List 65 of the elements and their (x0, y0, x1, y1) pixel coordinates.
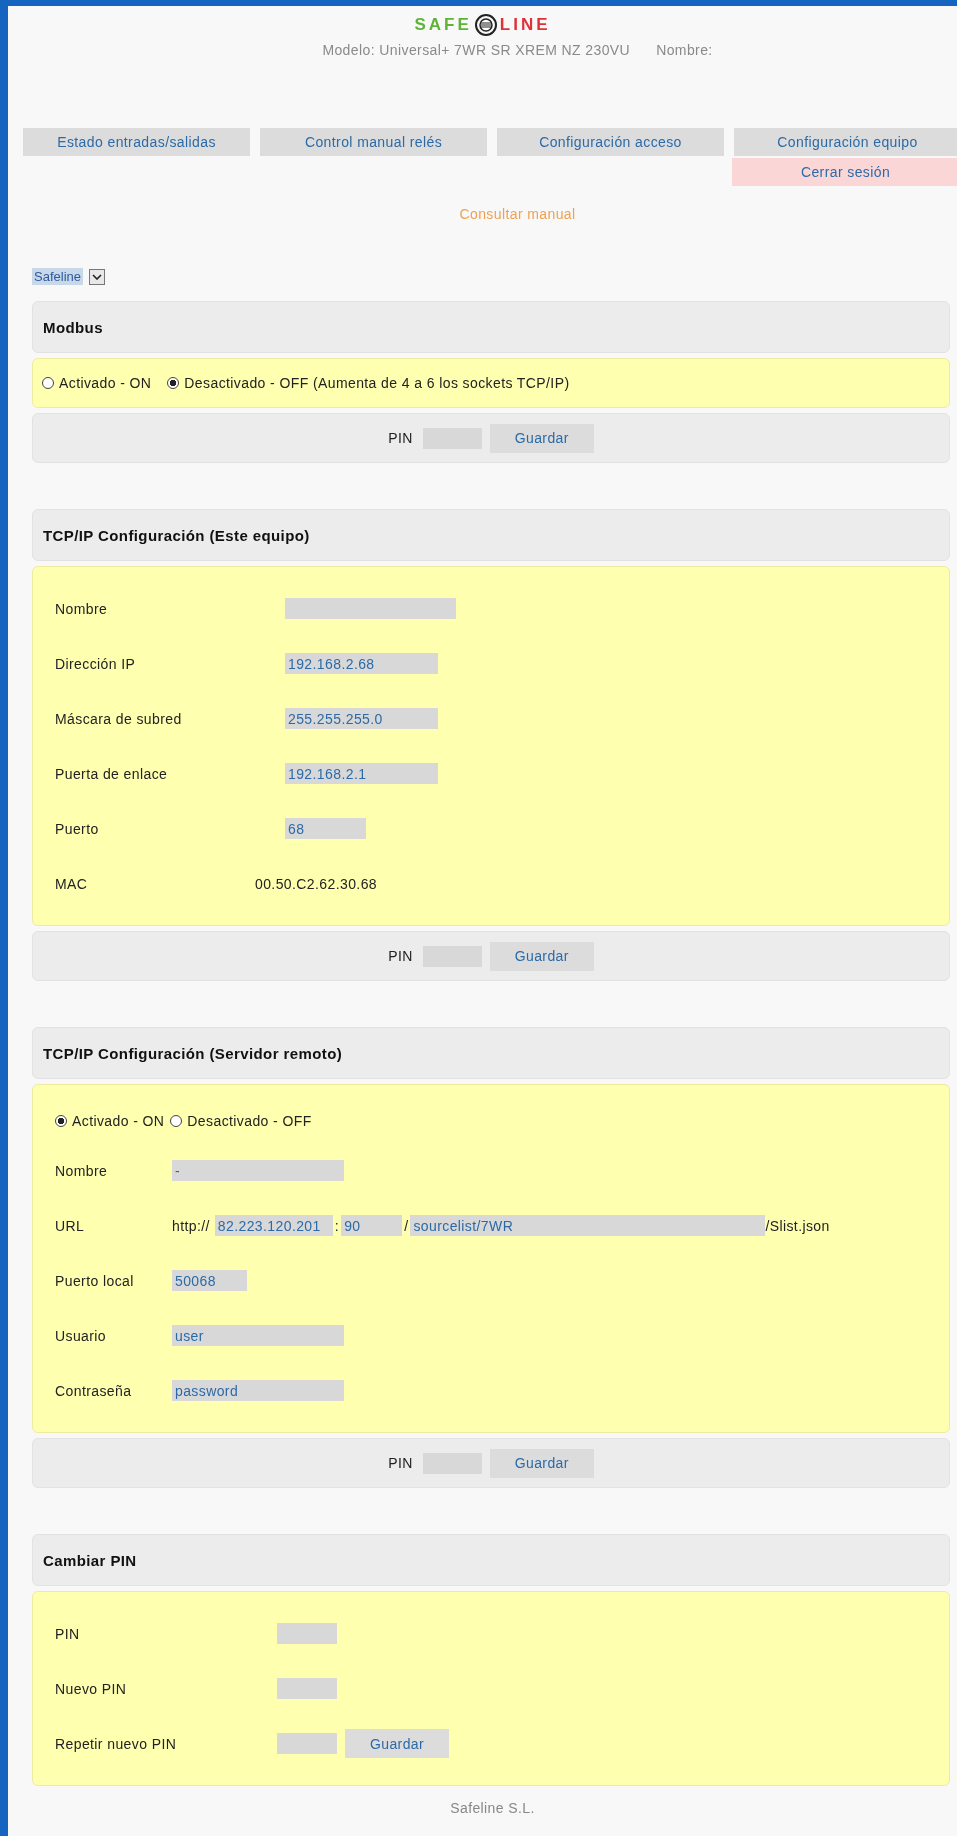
text-field[interactable] (277, 1733, 337, 1754)
text-field[interactable]: 192.168.2.1 (285, 763, 438, 784)
text-field[interactable] (277, 1678, 337, 1699)
field-label: Puerto local (55, 1272, 135, 1289)
model-text: Modelo: Universal+ 7WR SR XREM NZ 230VU (322, 42, 631, 58)
text-field[interactable]: 192.168.2.68 (285, 653, 438, 674)
text-field[interactable] (285, 598, 456, 619)
radio-label: Activado - ON (59, 375, 152, 391)
radio-label: Desactivado - OFF (187, 1113, 312, 1129)
save-button[interactable]: Guardar (489, 1448, 594, 1478)
url-suffix: /Slist.json (765, 1217, 830, 1234)
logo-text: SAFE (414, 15, 472, 35)
field-label: URL (55, 1217, 86, 1234)
text-field[interactable]: 50068 (172, 1270, 247, 1291)
field-label: Nombre (55, 1162, 109, 1179)
path-separator: / (404, 1217, 409, 1234)
text-field[interactable]: password (172, 1380, 344, 1401)
logo-text: LINE (499, 15, 551, 35)
section-header: Modbus (32, 301, 950, 353)
nav-tab[interactable]: Configuración acceso (497, 128, 724, 156)
caret-icon (92, 273, 102, 280)
pin-label: PIN (388, 430, 413, 446)
port-separator: : (334, 1217, 340, 1234)
footer-text: Safeline S.L. (449, 1800, 535, 1816)
field-label: Dirección IP (55, 655, 137, 672)
section-header: TCP/IP Configuración (Servidor remoto) (32, 1027, 950, 1079)
save-button[interactable]: Guardar (345, 1729, 449, 1758)
nav-tab[interactable]: Estado entradas/salidas (23, 128, 250, 156)
url-prefix: http:// (172, 1217, 210, 1234)
text-field[interactable]: user (172, 1325, 344, 1346)
port-field[interactable]: 90 (341, 1215, 403, 1236)
field-label: Puerta de enlace (55, 765, 169, 782)
mac-value: 00.50.C2.62.30.68 (255, 875, 377, 892)
field-label: Nuevo PIN (55, 1680, 128, 1697)
section-header: Cambiar PIN (32, 1534, 950, 1586)
field-label: PIN (55, 1625, 81, 1642)
pin-label: PIN (388, 948, 413, 964)
logout-button[interactable]: Cerrar sesión (732, 158, 957, 186)
save-button[interactable]: Guardar (489, 941, 594, 971)
name-label: Nombre: (656, 42, 713, 58)
text-field[interactable]: 255.255.255.0 (285, 708, 438, 729)
path-field[interactable]: sourcelist/7WR (410, 1215, 766, 1236)
field-label: Repetir nuevo PIN (55, 1735, 178, 1752)
nav-tab[interactable]: Configuración equipo (734, 128, 957, 156)
logo-globe-icon (474, 14, 497, 36)
radio-label: Activado - ON (72, 1113, 165, 1129)
save-button[interactable]: Guardar (489, 423, 594, 453)
field-label: Nombre (55, 600, 109, 617)
radio-button[interactable] (42, 377, 54, 389)
field-label: Puerto (55, 820, 100, 837)
pin-label: PIN (388, 1455, 413, 1471)
host-field[interactable]: 82.223.120.201 (214, 1215, 333, 1236)
field-label: MAC (55, 875, 89, 892)
text-field[interactable]: - (172, 1160, 344, 1181)
radio-button[interactable] (170, 1115, 183, 1127)
field-label: Máscara de subred (55, 710, 183, 727)
text-field[interactable]: 68 (285, 818, 366, 839)
field-label: Usuario (55, 1327, 108, 1344)
radio-button[interactable] (55, 1115, 67, 1127)
section-header: TCP/IP Configuración (Este equipo) (32, 509, 950, 561)
nav-tab[interactable]: Control manual relés (260, 128, 487, 156)
field-label: Contraseña (55, 1382, 133, 1399)
radio-label: Desactivado - OFF (Aumenta de 4 a 6 los sockets TCP/IP) (184, 375, 570, 391)
text-field[interactable] (277, 1623, 337, 1644)
radio-button[interactable] (167, 377, 180, 389)
